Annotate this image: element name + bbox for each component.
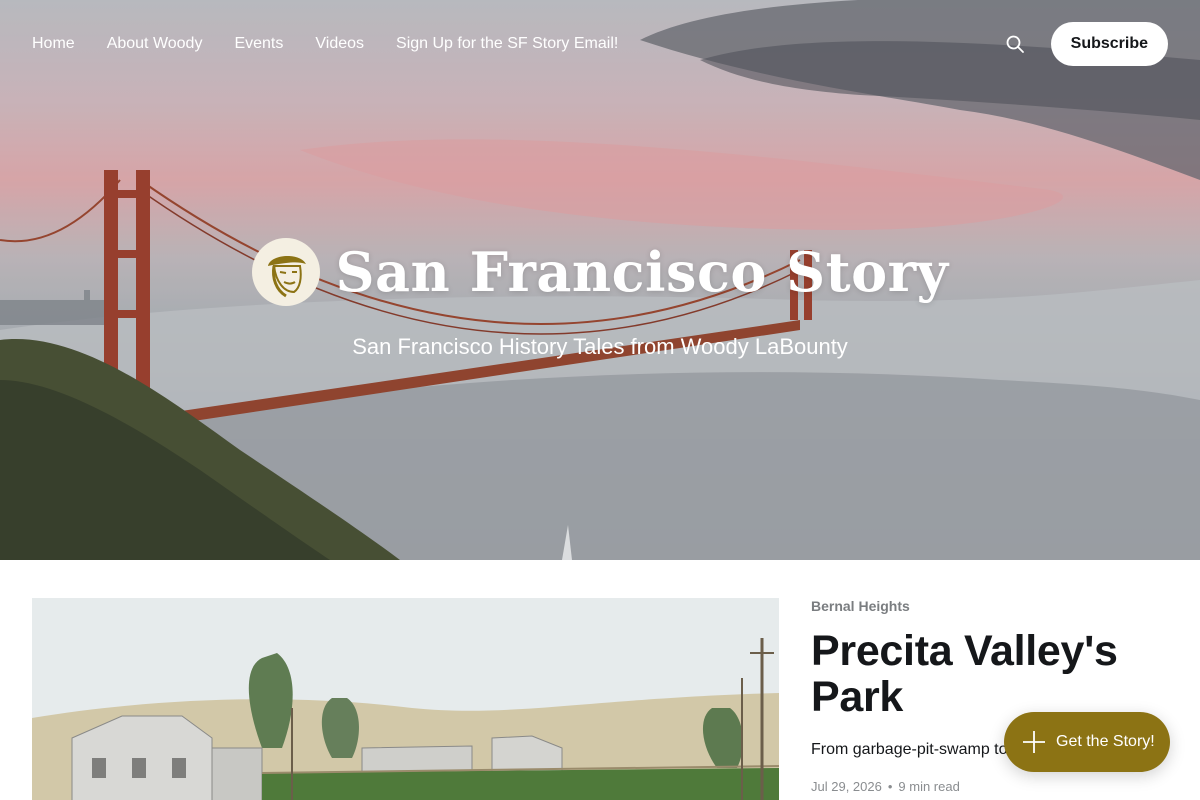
post-feature-image[interactable] xyxy=(32,598,779,800)
post-title[interactable]: Precita Valley's Park xyxy=(811,628,1168,721)
top-navigation: Home About Woody Events Videos Sign Up f… xyxy=(0,0,1200,88)
cta-label: Get the Story! xyxy=(1056,733,1155,750)
site-title[interactable]: San Francisco Story xyxy=(336,240,949,304)
nav-link-email-signup[interactable]: Sign Up for the SF Story Email! xyxy=(396,35,618,52)
woody-portrait-logo[interactable] xyxy=(251,238,320,306)
nav-link-events[interactable]: Events xyxy=(234,35,283,52)
nav-link-about-woody[interactable]: About Woody xyxy=(107,35,203,52)
site-brand: San Francisco Story xyxy=(0,238,1200,306)
get-the-story-button[interactable]: Get the Story! xyxy=(1004,712,1170,772)
nav-links: Home About Woody Events Videos Sign Up f… xyxy=(32,35,618,53)
featured-post-card[interactable]: Bernal Heights Precita Valley's Park Fro… xyxy=(32,598,1168,800)
precita-valley-photo xyxy=(32,598,779,800)
hero-banner: Home About Woody Events Videos Sign Up f… xyxy=(0,0,1200,560)
search-button[interactable] xyxy=(1003,32,1027,56)
nav-link-home[interactable]: Home xyxy=(32,35,75,52)
subscribe-button[interactable]: Subscribe xyxy=(1050,22,1168,66)
post-meta: Jul 29, 2026 • 9 min read xyxy=(811,779,1168,794)
nav-actions: Subscribe xyxy=(1003,22,1168,66)
post-reading-time: 9 min read xyxy=(898,778,960,794)
meta-separator: • xyxy=(887,778,893,794)
post-tag[interactable]: Bernal Heights xyxy=(811,598,1168,614)
nav-link-videos[interactable]: Videos xyxy=(315,35,364,52)
site-description: San Francisco History Tales from Woody L… xyxy=(352,334,848,359)
plus-icon xyxy=(1023,731,1045,753)
post-date: Jul 29, 2026 xyxy=(811,778,882,794)
portrait-icon xyxy=(256,243,315,301)
search-icon xyxy=(1006,35,1024,53)
